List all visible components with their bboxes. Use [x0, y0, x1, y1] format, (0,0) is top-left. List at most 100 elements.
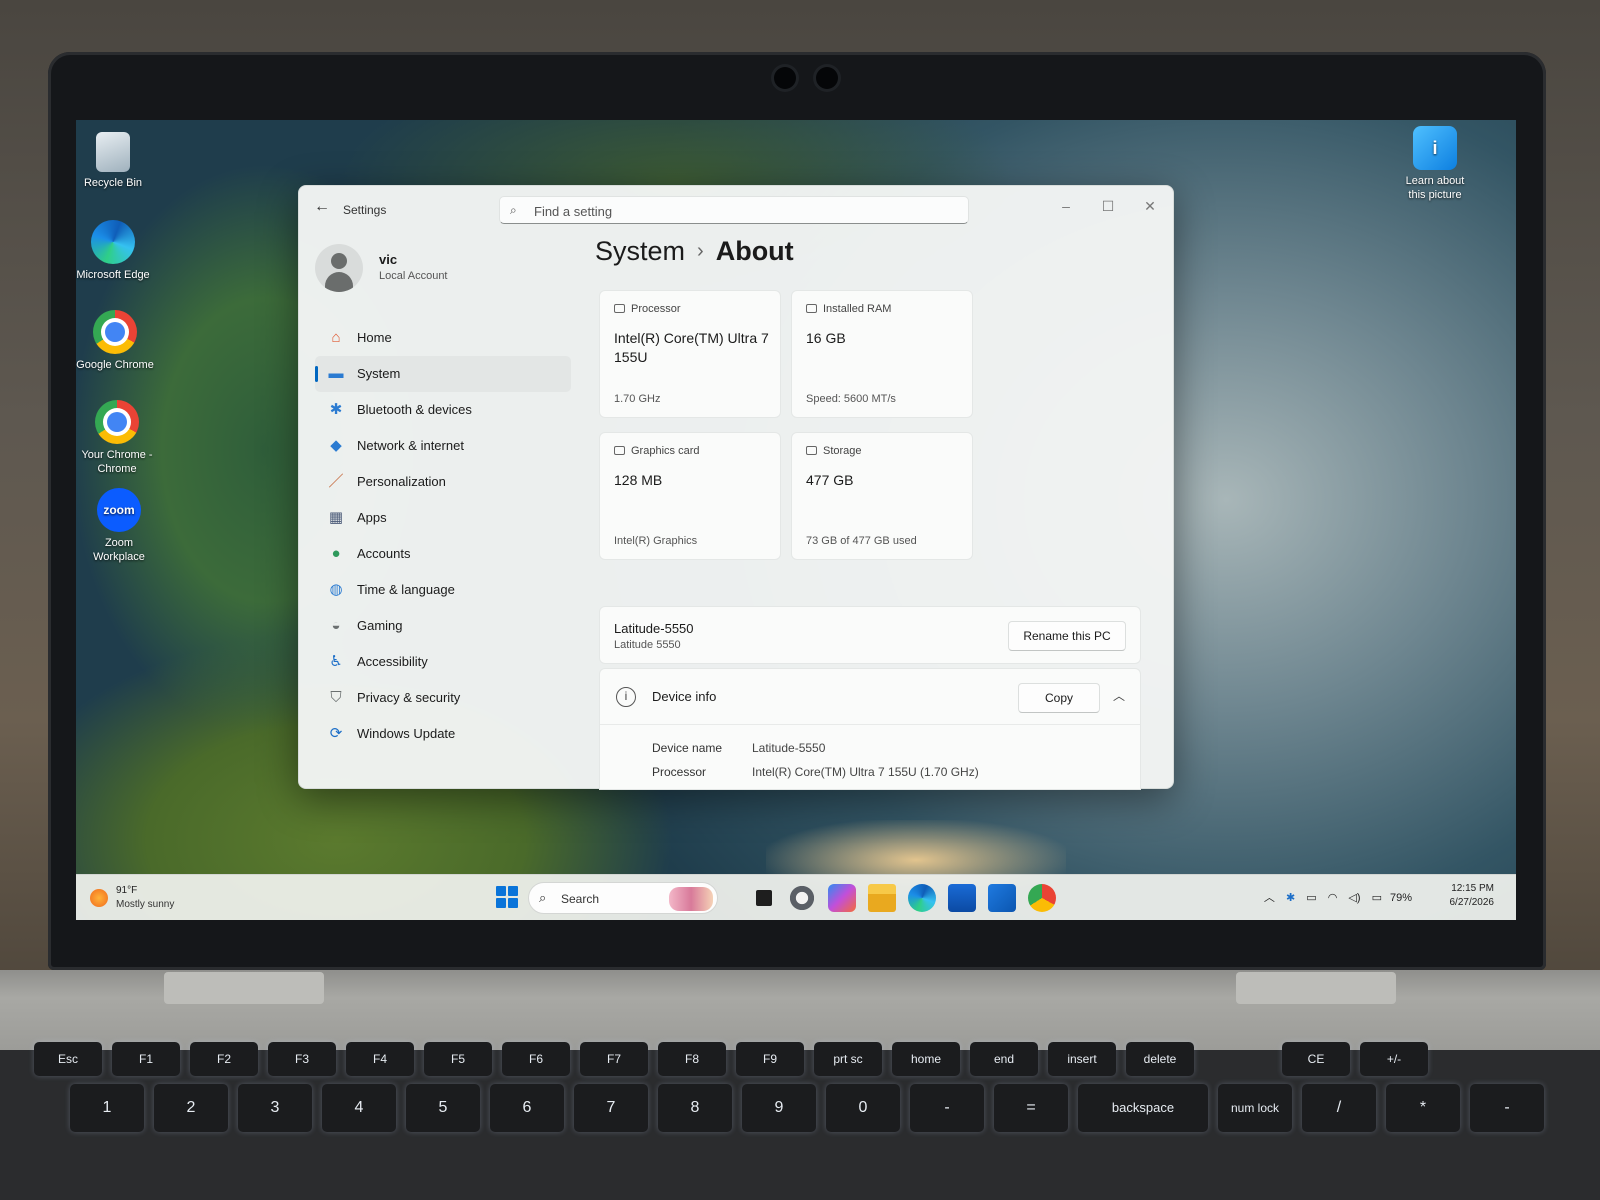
- key[interactable]: F9: [736, 1042, 804, 1076]
- chrome-icon[interactable]: [1028, 884, 1056, 912]
- key[interactable]: home: [892, 1042, 960, 1076]
- graphics-card: Graphics card 128 MB Intel(R) Graphics: [599, 432, 781, 560]
- settings-search[interactable]: ⌕: [499, 196, 969, 224]
- key[interactable]: F4: [346, 1042, 414, 1076]
- key[interactable]: F6: [502, 1042, 570, 1076]
- key[interactable]: 0: [826, 1084, 900, 1132]
- edge-shortcut[interactable]: Microsoft Edge: [76, 220, 152, 282]
- edge-icon[interactable]: [908, 884, 936, 912]
- sidebar-item-system[interactable]: ▬ System: [315, 356, 571, 392]
- key[interactable]: insert: [1048, 1042, 1116, 1076]
- recycle-bin-shortcut[interactable]: Recycle Bin: [76, 132, 152, 190]
- minimize-button[interactable]: –: [1049, 194, 1083, 218]
- bluetooth-icon[interactable]: ✱: [1286, 892, 1295, 904]
- display-icon[interactable]: ▭: [1306, 892, 1316, 904]
- key[interactable]: =: [994, 1084, 1068, 1132]
- back-arrow-icon[interactable]: ←: [311, 198, 333, 218]
- copy-button[interactable]: Copy: [1018, 683, 1100, 713]
- sidebar-item-label: Accessibility: [357, 654, 428, 669]
- key[interactable]: F5: [424, 1042, 492, 1076]
- device-info-header[interactable]: i Device info Copy ︿: [600, 669, 1140, 725]
- rename-pc-button[interactable]: Rename this PC: [1008, 621, 1126, 651]
- task-view-icon[interactable]: [756, 890, 772, 906]
- wifi-icon[interactable]: ◠: [1328, 892, 1338, 904]
- storage-value: 477 GB: [806, 472, 854, 488]
- key[interactable]: *: [1386, 1084, 1460, 1132]
- info-icon: i: [616, 687, 636, 707]
- key[interactable]: /: [1302, 1084, 1376, 1132]
- store-icon[interactable]: [948, 884, 976, 912]
- key[interactable]: backspace: [1078, 1084, 1208, 1132]
- key[interactable]: 9: [742, 1084, 816, 1132]
- graphics-value: 128 MB: [614, 472, 663, 488]
- start-button[interactable]: [496, 886, 518, 908]
- chrome-shortcut[interactable]: Google Chrome: [76, 310, 154, 372]
- sidebar-item-bluetooth[interactable]: ✱ Bluetooth & devices: [315, 392, 571, 428]
- storage-card: Storage 477 GB 73 GB of 477 GB used: [791, 432, 973, 560]
- learn-about-picture-shortcut[interactable]: i Learn about this picture: [1396, 126, 1474, 202]
- system-tray[interactable]: ︿ ✱ ▭ ◠ ◁) ▭ 79%: [1256, 889, 1412, 905]
- chrome-profile-shortcut[interactable]: Your Chrome - Chrome: [78, 400, 156, 476]
- key[interactable]: 4: [322, 1084, 396, 1132]
- sidebar-item-apps[interactable]: ▦ Apps: [315, 500, 571, 536]
- sidebar-item-home[interactable]: ⌂ Home: [315, 320, 571, 356]
- clock[interactable]: 12:15 PM 6/27/2026: [1450, 882, 1495, 910]
- storage-icon: [806, 446, 817, 455]
- storage-usage: 73 GB of 477 GB used: [806, 535, 917, 547]
- sidebar-item-network[interactable]: ◆ Network & internet: [315, 428, 571, 464]
- key[interactable]: prt sc: [814, 1042, 882, 1076]
- sidebar-item-gaming[interactable]: ◒ Gaming: [315, 608, 571, 644]
- key[interactable]: 3: [238, 1084, 312, 1132]
- settings-app-icon[interactable]: [788, 884, 816, 912]
- device-info-title: Device info: [652, 689, 717, 704]
- search-input[interactable]: [534, 201, 954, 221]
- key[interactable]: end: [970, 1042, 1038, 1076]
- sidebar-item-windows-update[interactable]: ⟳ Windows Update: [315, 716, 571, 752]
- key[interactable]: +/-: [1360, 1042, 1428, 1076]
- key[interactable]: F1: [112, 1042, 180, 1076]
- key[interactable]: F3: [268, 1042, 336, 1076]
- key[interactable]: F2: [190, 1042, 258, 1076]
- file-explorer-icon[interactable]: [868, 884, 896, 912]
- key[interactable]: 5: [406, 1084, 480, 1132]
- close-button[interactable]: ✕: [1133, 194, 1167, 218]
- breadcrumb-parent[interactable]: System: [595, 236, 685, 266]
- sidebar-item-accounts[interactable]: ● Accounts: [315, 536, 571, 572]
- card-title: Storage: [823, 445, 862, 457]
- weather-temp: 91°F: [116, 885, 138, 896]
- key[interactable]: F7: [580, 1042, 648, 1076]
- sidebar-item-label: Gaming: [357, 618, 403, 633]
- battery-icon[interactable]: ▭: [1372, 892, 1382, 904]
- key[interactable]: F8: [658, 1042, 726, 1076]
- key[interactable]: num lock: [1218, 1084, 1292, 1132]
- user-profile[interactable]: vic Local Account: [315, 244, 565, 294]
- pc-name-row: Latitude-5550 Latitude 5550 Rename this …: [599, 606, 1141, 664]
- chevron-up-icon[interactable]: ︿: [1264, 892, 1275, 904]
- key[interactable]: 1: [70, 1084, 144, 1132]
- zoom-shortcut[interactable]: zoom Zoom Workplace: [80, 488, 158, 564]
- sidebar-item-personalization[interactable]: ／ Personalization: [315, 464, 571, 500]
- key[interactable]: 7: [574, 1084, 648, 1132]
- key[interactable]: CE: [1282, 1042, 1350, 1076]
- volume-icon[interactable]: ◁): [1348, 892, 1360, 904]
- sidebar-item-accessibility[interactable]: ♿ Accessibility: [315, 644, 571, 680]
- key[interactable]: Esc: [34, 1042, 102, 1076]
- device-info-row: Device name Latitude-5550: [652, 741, 825, 755]
- weather-widget[interactable]: 91°F Mostly sunny: [90, 883, 210, 913]
- copilot-app-icon[interactable]: [828, 884, 856, 912]
- key[interactable]: 8: [658, 1084, 732, 1132]
- key[interactable]: delete: [1126, 1042, 1194, 1076]
- sidebar-item-time-language[interactable]: ◍ Time & language: [315, 572, 571, 608]
- taskbar-search[interactable]: ⌕ Search: [528, 882, 718, 914]
- chevron-up-icon[interactable]: ︿: [1110, 687, 1128, 705]
- sidebar-item-label: Time & language: [357, 582, 455, 597]
- chrome-icon: [93, 310, 137, 354]
- key[interactable]: -: [910, 1084, 984, 1132]
- key[interactable]: -: [1470, 1084, 1544, 1132]
- key[interactable]: 2: [154, 1084, 228, 1132]
- sidebar-item-privacy[interactable]: ⛉ Privacy & security: [315, 680, 571, 716]
- key[interactable]: 6: [490, 1084, 564, 1132]
- sidebar-item-label: Accounts: [357, 546, 411, 561]
- maximize-button[interactable]: ☐: [1091, 194, 1125, 218]
- outlook-icon[interactable]: [988, 884, 1016, 912]
